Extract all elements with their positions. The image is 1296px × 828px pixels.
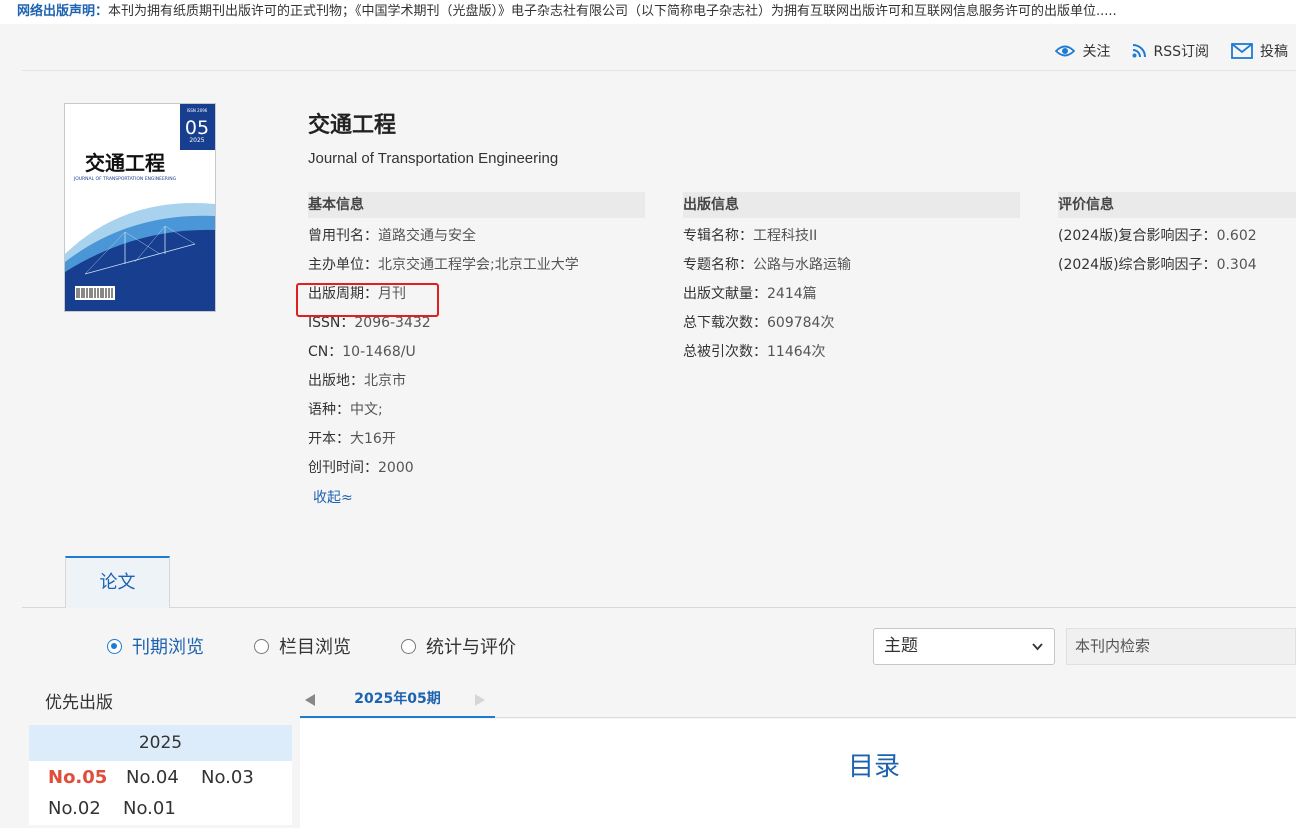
radio-column-browse[interactable]: 栏目浏览: [254, 633, 351, 659]
info-row: 出版地：北京市: [308, 373, 406, 389]
notice-label: 网络出版声明：: [17, 4, 109, 19]
journal-cover: ISSN 2096 05 2025 交通工程 JOURNAL OF TRANSP…: [64, 103, 216, 312]
basic-info: 基本信息 曾用刊名：道路交通与安全 主办单位：北京交通工程学会;北京工业大学 出…: [308, 192, 645, 489]
publish-info: 出版信息 专辑名称：工程科技II 专题名称：公路与水路运输 出版文献量：2414…: [683, 192, 1020, 373]
current-period[interactable]: 2025年05期: [300, 685, 495, 718]
table-of-contents: 目录: [300, 719, 1296, 828]
info-row: 总下载次数：609784次: [683, 315, 835, 331]
next-arrow-icon[interactable]: [474, 693, 486, 707]
rss-label: RSS订阅: [1153, 44, 1209, 60]
search-field-select[interactable]: 主题: [873, 628, 1055, 665]
rss-icon: [1132, 44, 1147, 58]
info-row: (2024版)综合影响因子：0.304: [1058, 257, 1257, 273]
priority-publishing-link[interactable]: 优先出版: [45, 688, 113, 713]
issue-list: 2025 No.05 No.04 No.03 No.02 No.01: [29, 725, 292, 825]
basic-info-heading: 基本信息: [308, 192, 645, 218]
notice-text: 本刊为拥有纸质期刊出版许可的正式刊物；《中国学术期刊（光盘版）》电子杂志社有限公…: [108, 4, 1117, 19]
issue-item[interactable]: No.04: [126, 767, 179, 788]
journal-english-title: Journal of Transportation Engineering: [308, 150, 559, 167]
issue-item[interactable]: No.01: [123, 798, 176, 819]
info-row: 总被引次数：11464次: [683, 344, 826, 360]
radio-unchecked-icon: [254, 638, 269, 654]
publish-info-heading: 出版信息: [683, 192, 1020, 218]
cover-issue: 05: [185, 117, 209, 139]
info-row: 专辑名称：工程科技II: [683, 228, 818, 244]
cover-title: 交通工程: [85, 151, 165, 175]
radio-checked-icon: [107, 638, 122, 654]
info-row: 主办单位：北京交通工程学会;北京工业大学: [308, 257, 579, 273]
radio-statistics[interactable]: 统计与评价: [401, 633, 516, 659]
prev-arrow-icon[interactable]: [304, 693, 316, 707]
issue-item[interactable]: No.05: [48, 767, 107, 788]
issue-item[interactable]: No.03: [201, 767, 254, 788]
evaluation-info: 评价信息 (2024版)复合影响因子：0.602 (2024版)综合影响因子：0…: [1058, 192, 1296, 286]
issue-item[interactable]: No.02: [48, 798, 101, 819]
chevron-down-icon: [1032, 643, 1043, 651]
svg-text:ISSN 2096: ISSN 2096: [187, 108, 208, 113]
info-row: (2024版)复合影响因子：0.602: [1058, 228, 1257, 244]
journal-actions: 关注 RSS订阅 投稿: [1055, 38, 1296, 64]
contents-title: 目录: [848, 752, 901, 782]
submit-label: 投稿: [1260, 44, 1288, 60]
info-row: 出版文献量：2414篇: [683, 286, 817, 302]
follow-label: 关注: [1082, 44, 1111, 60]
cover-year: 2025: [189, 137, 204, 144]
eye-icon: [1055, 45, 1076, 57]
info-row: 语种：中文;: [308, 402, 383, 418]
submit-button[interactable]: 投稿: [1231, 41, 1288, 61]
info-row: 曾用刊名：道路交通与安全: [308, 228, 476, 244]
journal-search-input[interactable]: 本刊内检索: [1066, 628, 1296, 665]
rss-button[interactable]: RSS订阅: [1132, 41, 1209, 61]
radio-unchecked-icon: [401, 638, 416, 654]
highlight-box: [296, 283, 439, 317]
info-row: ISSN：2096-3432: [308, 315, 431, 331]
info-row: 专题名称：公路与水路运输: [683, 257, 851, 273]
follow-button[interactable]: 关注: [1055, 41, 1110, 61]
header-divider: [22, 70, 1296, 71]
cover-subtitle: JOURNAL OF TRANSPORTATION ENGINEERING: [73, 176, 177, 182]
info-row: 创刊时间：2000: [308, 460, 414, 476]
info-row: CN：10-1468/U: [308, 344, 416, 360]
info-row: 开本：大16开: [308, 431, 396, 447]
year-header[interactable]: 2025: [29, 725, 292, 761]
radio-issue-browse[interactable]: 刊期浏览: [107, 633, 204, 659]
tab-divider: [22, 607, 1296, 608]
collapse-link[interactable]: 收起≈: [313, 487, 353, 507]
journal-title: 交通工程: [308, 113, 397, 138]
tab-papers[interactable]: 论文: [65, 556, 170, 608]
publication-notice: 网络出版声明：本刊为拥有纸质期刊出版许可的正式刊物；《中国学术期刊（光盘版）》电…: [0, 0, 1296, 24]
period-navigation: 2025年05期: [300, 685, 1296, 718]
evaluation-heading: 评价信息: [1058, 192, 1296, 218]
envelope-icon: [1231, 43, 1253, 59]
